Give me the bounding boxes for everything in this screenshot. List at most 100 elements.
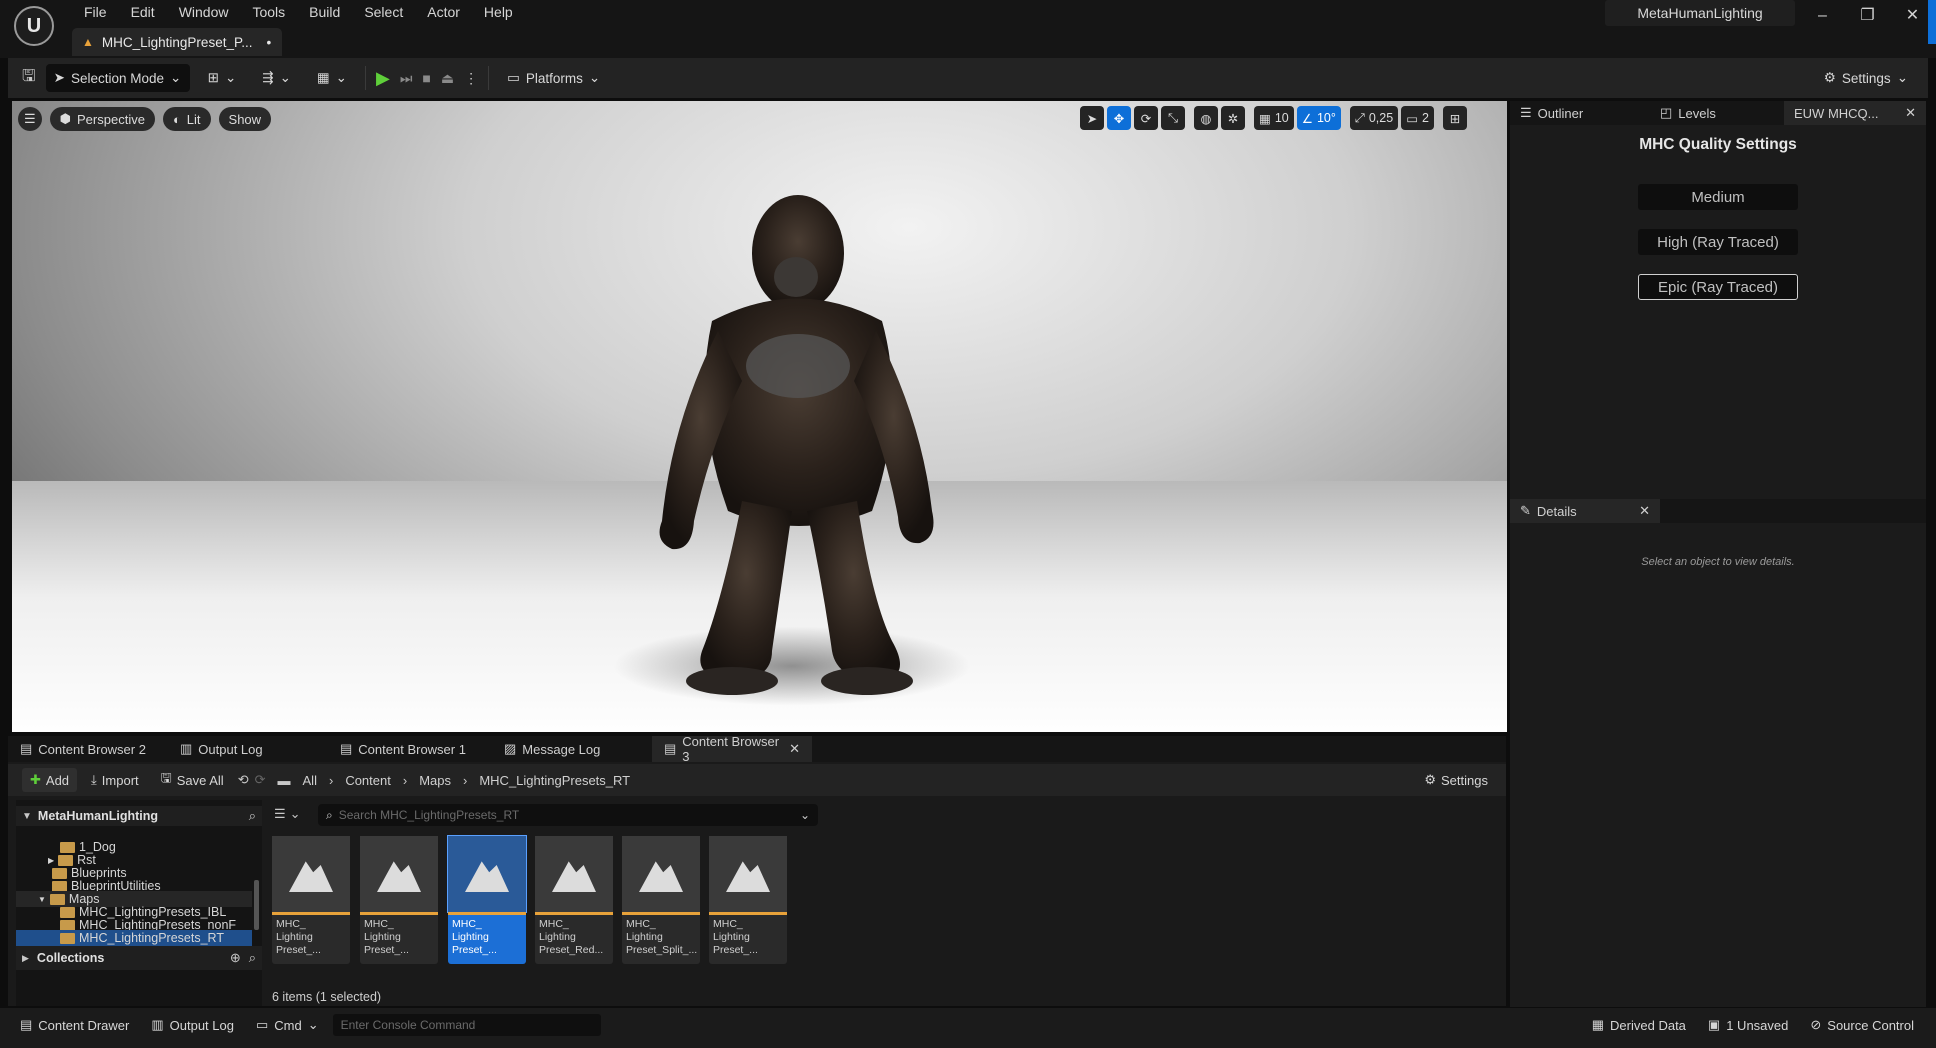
search-icon[interactable]: ⌕: [249, 808, 256, 824]
settings-dropdown[interactable]: ⚙ Settings ⌄: [1816, 64, 1916, 92]
asset-search-input[interactable]: ⌕ Search MHC_LightingPresets_RT ⌄: [318, 804, 818, 826]
save-icon[interactable]: 🖫: [22, 65, 36, 92]
selection-mode-dropdown[interactable]: ➤ Selection Mode ⌄: [45, 64, 190, 92]
tab-content-browser-2[interactable]: ▤ Content Browser 2: [8, 736, 168, 762]
eject-icon[interactable]: ⏏: [441, 70, 454, 87]
menu-select[interactable]: Select: [352, 0, 415, 24]
asset-tile[interactable]: MHC_ Lighting Preset_Split_...: [622, 836, 700, 964]
quality-high-button[interactable]: High (Ray Traced): [1638, 229, 1798, 255]
asset-label: MHC_ Lighting Preset_...: [452, 918, 497, 956]
surface-snap-toggle[interactable]: ✲: [1221, 106, 1245, 130]
tab-message-log[interactable]: ▨ Message Log: [492, 736, 652, 762]
tree-item-presets-rt[interactable]: MHC_LightingPresets_RT: [16, 930, 252, 946]
menu-file[interactable]: File: [72, 0, 119, 24]
perspective-button[interactable]: ⬢ Perspective: [49, 107, 155, 131]
quality-epic-button[interactable]: Epic (Ray Traced): [1638, 274, 1798, 300]
tab-output-log[interactable]: ▥ Output Log: [168, 736, 328, 762]
asset-tile[interactable]: MHC_ Lighting Preset_...: [272, 836, 350, 964]
viewport-layout-button[interactable]: ⊞: [1442, 106, 1467, 130]
chevron-right-icon: ›: [328, 772, 334, 788]
euw-label: EUW MHCQ...: [1794, 105, 1879, 121]
details-label: Details: [1536, 503, 1577, 519]
translate-tool[interactable]: ✥: [1107, 106, 1131, 130]
close-icon[interactable]: ✕: [1905, 105, 1916, 121]
asset-tile-selected[interactable]: MHC_ Lighting Preset_...: [447, 835, 527, 964]
forward-icon[interactable]: ⟳: [255, 772, 266, 788]
play-icon[interactable]: ▶: [376, 68, 390, 89]
menu-window[interactable]: Window: [167, 0, 241, 24]
minimize-icon[interactable]: –: [1800, 0, 1845, 32]
asset-type-bar: [448, 912, 526, 915]
unreal-logo-icon[interactable]: U: [14, 6, 54, 46]
collections-label: Collections: [36, 951, 105, 965]
map-thumbnail: [709, 836, 787, 912]
asset-tile[interactable]: MHC_ Lighting Preset_...: [709, 836, 787, 964]
tab-content-browser-3[interactable]: ▤ Content Browser 3 ✕: [652, 734, 812, 764]
asset-tile[interactable]: MHC_ Lighting Preset_Red...: [535, 836, 613, 964]
add-collection-icon[interactable]: ⊕: [230, 950, 241, 966]
quality-medium-button[interactable]: Medium: [1638, 184, 1798, 210]
platforms-dropdown[interactable]: ▭ Platforms ⌄: [499, 64, 608, 92]
breadcrumb-current[interactable]: MHC_LightingPresets_RT: [479, 773, 630, 788]
perspective-label: Perspective: [77, 111, 145, 127]
rotate-tool[interactable]: ⟳: [1134, 106, 1158, 130]
menu-build[interactable]: Build: [297, 0, 352, 24]
unsaved-button[interactable]: ▣ 1 Unsaved: [1700, 1012, 1796, 1038]
show-button[interactable]: Show: [218, 107, 272, 131]
toolbar-divider: [364, 66, 366, 90]
breadcrumb-all[interactable]: All: [303, 773, 317, 788]
cmd-dropdown[interactable]: ▭ Cmd ⌄: [248, 1012, 327, 1038]
restore-icon[interactable]: ❐: [1845, 0, 1890, 32]
source-control-button[interactable]: ⊘ Source Control: [1802, 1012, 1922, 1038]
camera-speed-button[interactable]: ▭ 2: [1401, 106, 1434, 130]
console-command-input[interactable]: Enter Console Command: [332, 1014, 601, 1036]
tree-scrollbar[interactable]: [254, 880, 259, 930]
play-options-icon[interactable]: ⋮: [464, 70, 478, 87]
asset-tile[interactable]: MHC_ Lighting Preset_...: [360, 836, 438, 964]
tree-root-header[interactable]: ▼ MetaHumanLighting ⌕: [16, 806, 262, 826]
close-icon[interactable]: ✕: [1639, 503, 1650, 519]
search-icon[interactable]: ⌕: [249, 950, 256, 966]
scale-snap-toggle[interactable]: ⤢ 0,25: [1349, 106, 1399, 130]
cinematics-button[interactable]: ▦ ⌄: [309, 64, 355, 92]
select-tool[interactable]: ➤: [1080, 106, 1104, 130]
level-viewport[interactable]: ☰ ⬢ Perspective ◐ Lit Show ➤ ✥ ⟳ ⤡ ◍ ✲ ▦…: [12, 101, 1507, 732]
breadcrumb-maps[interactable]: Maps: [419, 773, 451, 788]
tab-euw-mhcq[interactable]: EUW MHCQ... ✕: [1784, 101, 1926, 125]
breadcrumb-content[interactable]: Content: [345, 773, 391, 788]
tab-outliner[interactable]: ☰ Outliner: [1510, 101, 1650, 125]
rotation-snap-toggle[interactable]: ∠ 10°: [1296, 106, 1341, 130]
stop-icon[interactable]: ■: [422, 70, 430, 86]
back-icon[interactable]: ⟲: [238, 772, 249, 788]
add-button[interactable]: ✚ Add: [22, 768, 78, 792]
derived-data-button[interactable]: ▦ Derived Data: [1584, 1012, 1694, 1038]
filter-icon: ☰: [274, 806, 286, 821]
tab-label: Content Browser 2: [38, 741, 146, 757]
world-local-toggle[interactable]: ◍: [1194, 106, 1218, 130]
blueprints-button[interactable]: ⇶ ⌄: [254, 64, 299, 92]
content-drawer-button[interactable]: ▤ Content Drawer: [12, 1012, 137, 1038]
level-document-tab[interactable]: ▲ MHC_LightingPreset_P... •: [72, 28, 282, 56]
tab-content-browser-1[interactable]: ▤ Content Browser 1: [328, 736, 492, 762]
tab-details[interactable]: ✎ Details ✕: [1510, 499, 1660, 523]
save-all-button[interactable]: 🖫 Save All: [153, 768, 232, 792]
lit-button[interactable]: ◐ Lit: [162, 107, 211, 131]
viewport-options-button[interactable]: ☰: [18, 107, 42, 131]
menu-tools[interactable]: Tools: [240, 0, 297, 24]
menu-edit[interactable]: Edit: [119, 0, 167, 24]
collections-header[interactable]: ▶ Collections ⊕ ⌕: [16, 946, 262, 970]
menu-actor[interactable]: Actor: [415, 0, 472, 24]
tab-levels[interactable]: ◰ Levels: [1650, 101, 1784, 125]
menu-help[interactable]: Help: [472, 0, 525, 24]
filter-button[interactable]: ☰ ⌄: [274, 806, 301, 822]
step-icon[interactable]: ⏭: [400, 70, 413, 87]
import-button[interactable]: ⤓ Import: [83, 768, 147, 792]
grid-snap-toggle[interactable]: ▦ 10: [1254, 106, 1294, 130]
scale-tool[interactable]: ⤡: [1161, 106, 1185, 130]
output-log-button[interactable]: ▥ Output Log: [143, 1012, 242, 1038]
gorilla-character[interactable]: [632, 181, 952, 701]
cb-settings-button[interactable]: ⚙ Settings: [1416, 768, 1496, 792]
add-actor-button[interactable]: ⊞ ⌄: [200, 64, 245, 92]
search-icon: ⌕: [326, 807, 333, 822]
close-icon[interactable]: ✕: [789, 741, 800, 757]
